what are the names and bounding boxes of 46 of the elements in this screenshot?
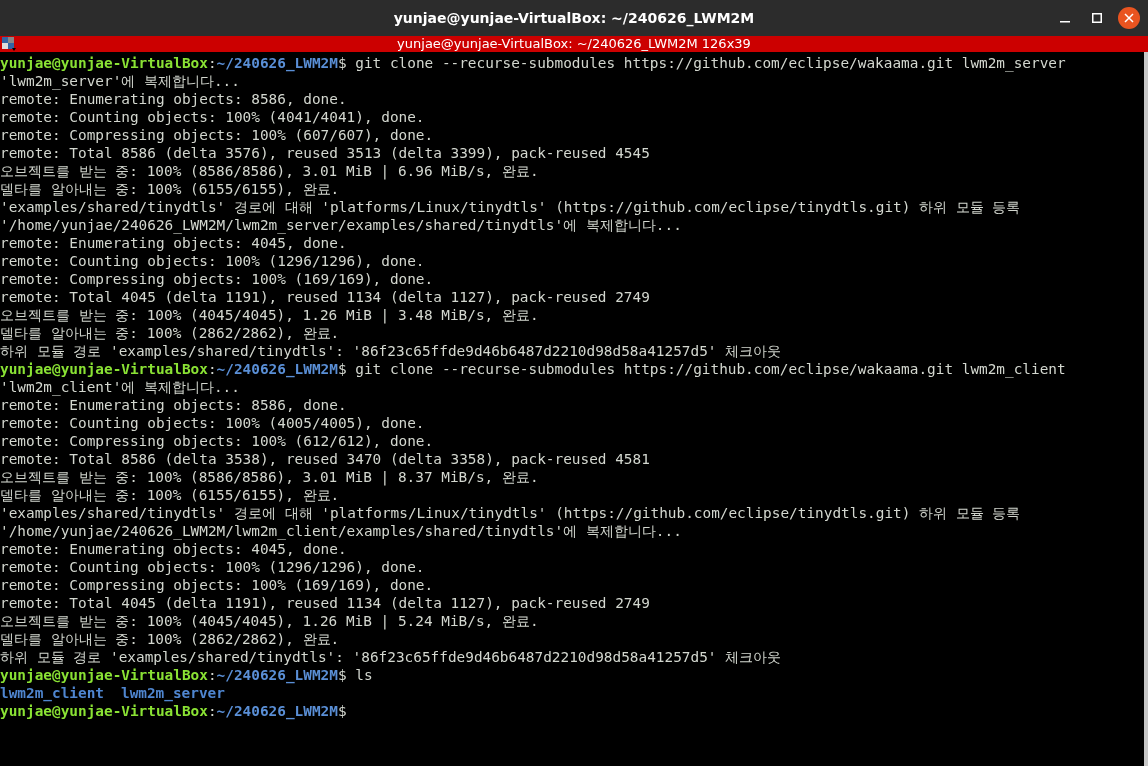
output-line: remote: Compressing objects: 100% (607/607), done. bbox=[0, 126, 435, 144]
output-line: 오브젝트를 받는 중: 100% (8586/8586), 3.01 MiB | 8.37 MiB/s, 완료. bbox=[0, 468, 540, 486]
output-line: remote: Compressing objects: 100% (169/169), done. bbox=[0, 576, 435, 594]
output-line: 델타를 알아내는 중: 100% (6155/6155), 완료. bbox=[0, 486, 341, 504]
output-line: 오브젝트를 받는 중: 100% (4045/4045), 1.26 MiB | 5.24 MiB/s, 완료. bbox=[0, 612, 540, 630]
output-line: 델타를 알아내는 중: 100% (6155/6155), 완료. bbox=[0, 180, 341, 198]
output-line: remote: Counting objects: 100% (1296/1296), done. bbox=[0, 558, 426, 576]
prompt-line: yunjae@yunjae-VirtualBox:~/240626_LWM2M$ git clone --recurse-submodules https://github.com/eclipse/wakaama.git lwm2m_server bbox=[0, 54, 1067, 72]
output-line: 'lwm2m_client'에 복제합니다... bbox=[0, 378, 241, 396]
output-line: 'lwm2m_server'에 복제합니다... bbox=[0, 72, 241, 90]
output-line: 'examples/shared/tinydtls' 경로에 대해 'platforms/Linux/tinydtls' (https://github.com/eclipse/tinydtls.git) 하위 모듈 등록 bbox=[0, 504, 1022, 522]
output-line: remote: Total 8586 (delta 3576), reused 3513 (delta 3399), pack-reused 4545 bbox=[0, 144, 651, 162]
output-line: 하위 모듈 경로 'examples/shared/tinydtls': '86f23c65ffde9d46b6487d2210d98d58a41257d5' 체크아웃 bbox=[0, 342, 783, 360]
output-line: 델타를 알아내는 중: 100% (2862/2862), 완료. bbox=[0, 324, 341, 342]
directory-name: lwm2m_server bbox=[120, 684, 225, 702]
output-line: remote: Counting objects: 100% (4041/4041), done. bbox=[0, 108, 426, 126]
close-icon bbox=[1124, 13, 1134, 23]
output-line: remote: Counting objects: 100% (1296/1296), done. bbox=[0, 252, 426, 270]
directory-name: lwm2m_client bbox=[0, 684, 104, 702]
output-line: remote: Total 4045 (delta 1191), reused 1134 (delta 1127), pack-reused 2749 bbox=[0, 594, 651, 612]
output-line: remote: Counting objects: 100% (4005/4005), done. bbox=[0, 414, 426, 432]
output-line: remote: Compressing objects: 100% (612/612), done. bbox=[0, 432, 435, 450]
prompt-line: yunjae@yunjae-VirtualBox:~/240626_LWM2M$ ls bbox=[0, 666, 374, 684]
scrollbar[interactable] bbox=[1144, 52, 1148, 766]
maximize-icon bbox=[1092, 13, 1102, 23]
output-line: 오브젝트를 받는 중: 100% (8586/8586), 3.01 MiB | 6.96 MiB/s, 완료. bbox=[0, 162, 540, 180]
output-line: remote: Enumerating objects: 8586, done. bbox=[0, 90, 348, 108]
output-line: 오브젝트를 받는 중: 100% (4045/4045), 1.26 MiB | 3.48 MiB/s, 완료. bbox=[0, 306, 540, 324]
output-line: '/home/yunjae/240626_LWM2M/lwm2m_client/examples/shared/tinydtls'에 복제합니다... bbox=[0, 522, 683, 540]
output-line: 델타를 알아내는 중: 100% (2862/2862), 완료. bbox=[0, 630, 341, 648]
output-line: remote: Enumerating objects: 4045, done. bbox=[0, 234, 348, 252]
output-line: remote: Enumerating objects: 8586, done. bbox=[0, 396, 348, 414]
output-line: remote: Total 4045 (delta 1191), reused 1134 (delta 1127), pack-reused 2749 bbox=[0, 288, 651, 306]
output-line: remote: Total 8586 (delta 3538), reused 3470 (delta 3358), pack-reused 4581 bbox=[0, 450, 651, 468]
output-line: remote: Enumerating objects: 4045, done. bbox=[0, 540, 348, 558]
output-line: '/home/yunjae/240626_LWM2M/lwm2m_server/examples/shared/tinydtls'에 복제합니다... bbox=[0, 216, 683, 234]
output-line: 'examples/shared/tinydtls' 경로에 대해 'platforms/Linux/tinydtls' (https://github.com/eclipse/tinydtls.git) 하위 모듈 등록 bbox=[0, 198, 1022, 216]
close-button[interactable] bbox=[1118, 7, 1140, 29]
minimize-icon bbox=[1060, 21, 1070, 23]
window-title: yunjae@yunjae-VirtualBox: ~/240626_LWM2M bbox=[393, 10, 755, 26]
output-line: 하위 모듈 경로 'examples/shared/tinydtls': '86f23c65ffde9d46b6487d2210d98d58a41257d5' 체크아웃 bbox=[0, 648, 783, 666]
terminal-menu-icon[interactable] bbox=[2, 37, 16, 51]
prompt-line: yunjae@yunjae-VirtualBox:~/240626_LWM2M$ git clone --recurse-submodules https://github.com/eclipse/wakaama.git lwm2m_client bbox=[0, 360, 1067, 378]
terminal-title: yunjae@yunjae-VirtualBox: ~/240626_LWM2M 126x39 bbox=[397, 36, 751, 52]
output-line: remote: Compressing objects: 100% (169/169), done. bbox=[0, 270, 435, 288]
prompt-line: yunjae@yunjae-VirtualBox:~/240626_LWM2M$ bbox=[0, 702, 348, 720]
